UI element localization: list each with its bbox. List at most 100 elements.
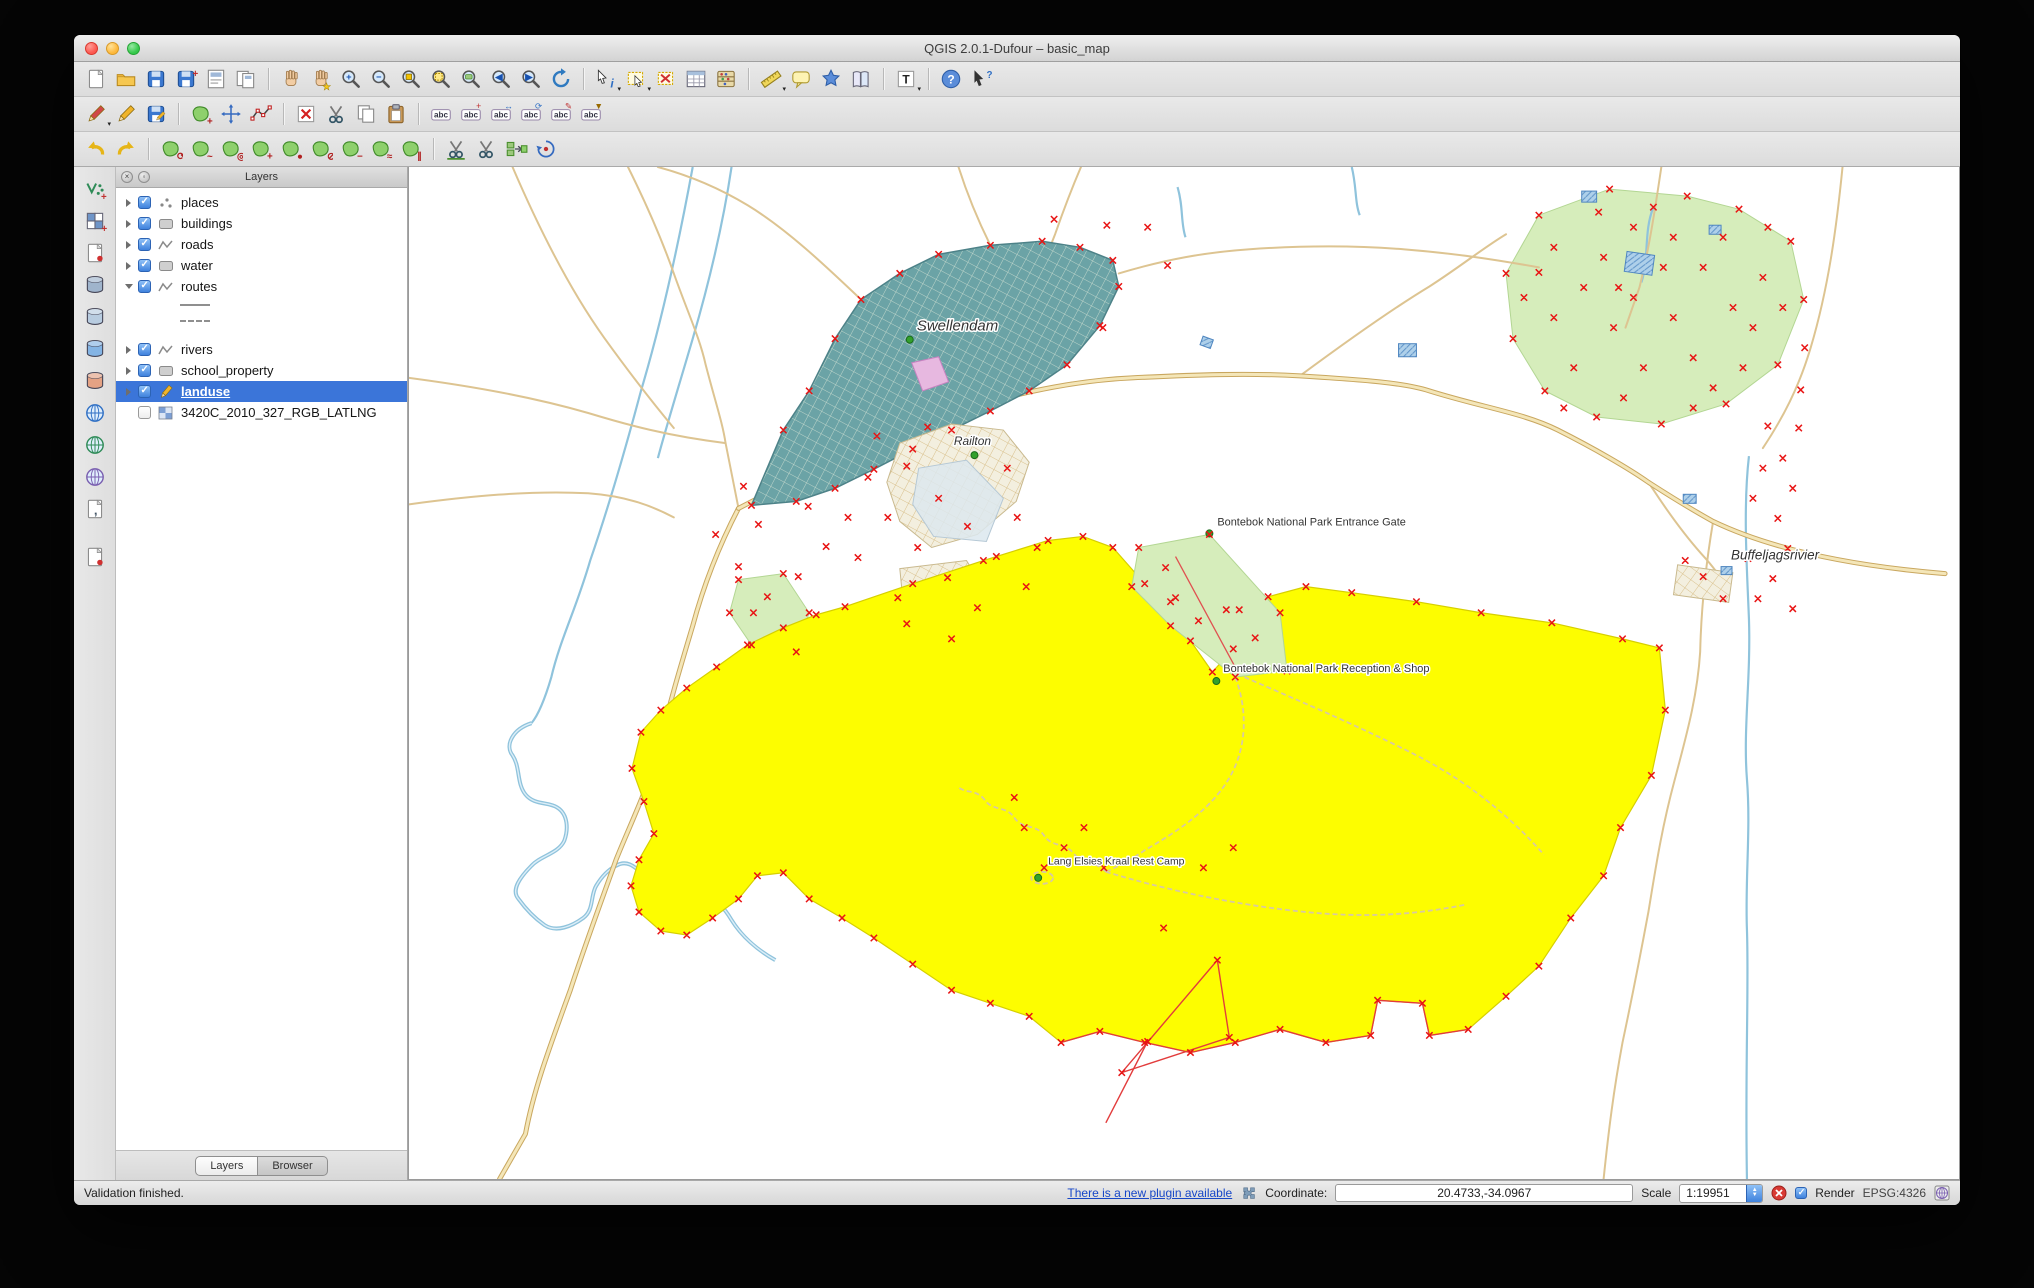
layer-item-places[interactable]: places <box>116 192 407 213</box>
layer-item-roads[interactable]: roads <box>116 234 407 255</box>
add-postgis-layer-button[interactable] <box>81 271 109 299</box>
pan-to-selection-button[interactable]: ★ <box>307 65 335 93</box>
layer-visibility-checkbox[interactable] <box>138 406 151 419</box>
show-bookmarks-button[interactable] <box>847 65 875 93</box>
new-memory-layer-button[interactable] <box>81 543 109 571</box>
zoom-to-layer-button[interactable] <box>457 65 485 93</box>
pan-map-button[interactable] <box>277 65 305 93</box>
coordinate-input[interactable] <box>1335 1184 1634 1202</box>
text-annotation-button[interactable]: T ▾ <box>892 65 921 93</box>
open-attribute-table-button[interactable] <box>682 65 710 93</box>
select-features-button[interactable]: ▾ <box>622 65 651 93</box>
label-move-button[interactable]: abc ↔ <box>487 100 515 128</box>
layer-item-rivers[interactable]: rivers <box>116 339 407 360</box>
add-delimited-text-layer-button[interactable]: , <box>81 495 109 523</box>
layer-item-landuse[interactable]: landuse <box>116 381 407 402</box>
labeling-options-button[interactable]: abc <box>427 100 455 128</box>
dropdown-arrow-icon[interactable]: ▾ <box>107 121 111 128</box>
map-canvas[interactable]: Swellendam Railton Bontebok National Park … <box>408 167 1960 1180</box>
dropdown-arrow-icon[interactable]: ▾ <box>647 86 651 93</box>
help-contents-button[interactable]: ? <box>937 65 965 93</box>
expand-arrow-icon[interactable] <box>122 284 135 289</box>
cut-features-button[interactable] <box>322 100 350 128</box>
layer-visibility-checkbox[interactable] <box>138 343 151 356</box>
delete-selected-button[interactable] <box>292 100 320 128</box>
dropdown-arrow-icon[interactable]: ▾ <box>782 86 786 93</box>
add-vector-layer-button[interactable]: + <box>81 175 109 203</box>
stop-render-button[interactable] <box>1771 1185 1787 1201</box>
expand-arrow-icon[interactable] <box>122 198 135 207</box>
dropdown-arrow-icon[interactable]: ▾ <box>917 86 921 93</box>
composer-manager-button[interactable] <box>232 65 260 93</box>
layer-visibility-checkbox[interactable] <box>138 385 151 398</box>
scale-combo[interactable]: 1:19951 ▲ ▼ <box>1679 1183 1764 1203</box>
simplify-feature-button[interactable]: ~ <box>187 135 215 163</box>
layer-item-3420C_2010_327_RGB_LATLNG[interactable]: 3420C_2010_327_RGB_LATLNG <box>116 402 407 423</box>
layers-panel-header[interactable]: × ◦ Layers <box>116 167 407 188</box>
panel-tab-layers[interactable]: Layers <box>195 1155 259 1176</box>
panel-tab-browser[interactable]: Browser <box>258 1155 328 1176</box>
merge-features-button[interactable] <box>502 135 530 163</box>
zoom-out-button[interactable]: − <box>367 65 395 93</box>
deselect-all-button[interactable] <box>652 65 680 93</box>
new-bookmark-button[interactable] <box>817 65 845 93</box>
layer-visibility-checkbox[interactable] <box>138 364 151 377</box>
split-features-button[interactable] <box>442 135 470 163</box>
new-project-button[interactable] <box>82 65 110 93</box>
titlebar[interactable]: QGIS 2.0.1-Dufour – basic_map <box>74 35 1960 62</box>
refresh-map-button[interactable] <box>547 65 575 93</box>
add-part-button[interactable]: + <box>247 135 275 163</box>
add-ring-button[interactable]: ◎ <box>217 135 245 163</box>
add-oracle-layer-button[interactable] <box>81 367 109 395</box>
layer-item-routes[interactable]: routes <box>116 276 407 297</box>
copy-features-button[interactable] <box>352 100 380 128</box>
add-wfs-layer-button[interactable] <box>81 463 109 491</box>
redo-button[interactable] <box>112 135 140 163</box>
expand-arrow-icon[interactable] <box>122 345 135 354</box>
zoom-last-button[interactable]: ◀ <box>487 65 515 93</box>
move-feature-button[interactable] <box>217 100 245 128</box>
render-checkbox[interactable] <box>1795 1187 1808 1199</box>
expand-arrow-icon[interactable] <box>122 219 135 228</box>
node-tool-button[interactable] <box>247 100 275 128</box>
undo-button[interactable] <box>82 135 110 163</box>
label-change-button[interactable]: abc ✎ <box>547 100 575 128</box>
save-project-as-button[interactable]: + <box>172 65 200 93</box>
measure-line-button[interactable]: ▾ <box>757 65 786 93</box>
identify-features-button[interactable]: i ▾ <box>592 65 621 93</box>
open-project-button[interactable] <box>112 65 140 93</box>
label-rotate-button[interactable]: abc ⟳ <box>517 100 545 128</box>
panel-float-button[interactable]: ◦ <box>138 171 150 183</box>
add-feature-button[interactable]: + <box>187 100 215 128</box>
add-wcs-layer-button[interactable] <box>81 431 109 459</box>
plugin-icon[interactable] <box>1240 1185 1257 1202</box>
add-wms-layer-button[interactable] <box>81 399 109 427</box>
layer-visibility-checkbox[interactable] <box>138 217 151 230</box>
delete-ring-button[interactable]: ⊘ <box>307 135 335 163</box>
label-add-button[interactable]: abc + <box>457 100 485 128</box>
current-edits-button[interactable]: ▾ <box>82 100 111 128</box>
zoom-in-button[interactable]: + <box>337 65 365 93</box>
layer-item-school_property[interactable]: school_property <box>116 360 407 381</box>
layer-visibility-checkbox[interactable] <box>138 238 151 251</box>
layer-visibility-checkbox[interactable] <box>138 196 151 209</box>
zoom-full-button[interactable] <box>397 65 425 93</box>
save-layer-edits-button[interactable] <box>142 100 170 128</box>
field-calculator-button[interactable] <box>712 65 740 93</box>
add-raster-layer-button[interactable]: + <box>81 207 109 235</box>
whats-this-button[interactable]: ? <box>967 65 995 93</box>
rotate-point-symbols-button[interactable] <box>532 135 560 163</box>
split-parts-button[interactable] <box>472 135 500 163</box>
label-pin-button[interactable]: abc ▼ <box>577 100 605 128</box>
add-spatialite-layer-button[interactable] <box>81 303 109 331</box>
delete-part-button[interactable]: − <box>337 135 365 163</box>
zoom-to-selection-button[interactable] <box>427 65 455 93</box>
layer-visibility-checkbox[interactable] <box>138 259 151 272</box>
layer-item-buildings[interactable]: buildings <box>116 213 407 234</box>
toggle-editing-button[interactable] <box>112 100 140 128</box>
fill-ring-button[interactable]: ● <box>277 135 305 163</box>
offset-curve-button[interactable]: ∥ <box>397 135 425 163</box>
expand-arrow-icon[interactable] <box>122 387 135 396</box>
add-mssql-layer-button[interactable] <box>81 335 109 363</box>
paste-features-button[interactable] <box>382 100 410 128</box>
